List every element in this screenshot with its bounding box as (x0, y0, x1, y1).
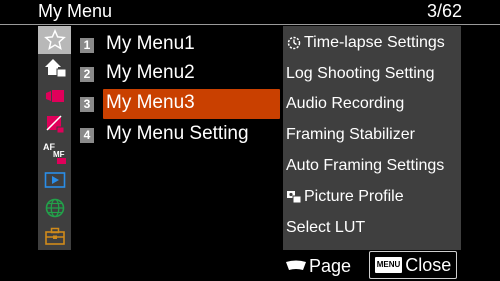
menu-item-number: 4 (80, 128, 94, 143)
preview-item-label: Select LUT (286, 219, 366, 236)
menu-item-my-menu2[interactable]: 2 My Menu2 (80, 59, 280, 89)
close-button-label: Close (405, 254, 452, 275)
preview-item-label: Auto Framing Settings (286, 157, 445, 174)
page-button-label: Page (309, 255, 352, 276)
picture-profile-icon (287, 191, 302, 204)
menu-item-label: My Menu1 (106, 33, 195, 54)
menu-item-label: My Menu3 (106, 92, 195, 113)
menu-item-number: 2 (80, 67, 94, 82)
menu-item-label: My Menu2 (106, 62, 195, 83)
header: My Menu 3/62 (0, 0, 500, 25)
tab-af-mf[interactable]: AF MF (38, 138, 71, 166)
preview-item-audio-recording: Audio Recording (286, 95, 404, 113)
menu-item-number: 3 (80, 97, 94, 112)
preview-item-framing-stabilizer: Framing Stabilizer (286, 126, 415, 144)
af-mf-icon: AF MF (43, 142, 66, 164)
playback-icon (44, 172, 65, 188)
tab-shooting[interactable] (38, 54, 71, 82)
menu-item-label: My Menu Setting (106, 123, 249, 144)
tab-network[interactable] (38, 194, 71, 222)
preview-item-auto-framing: Auto Framing Settings (286, 157, 444, 175)
tab-my-menu[interactable] (38, 26, 71, 54)
preview-item-label: Time-lapse Settings (304, 34, 445, 51)
preview-item-label: Picture Profile (304, 188, 404, 205)
preview-item-label: Log Shooting Setting (286, 65, 435, 82)
preview-item-time-lapse: Time-lapse Settings (286, 34, 445, 52)
close-button[interactable]: MENU Close (369, 251, 457, 279)
submenu-preview-panel: Time-lapse Settings Log Shooting Setting… (283, 26, 461, 250)
menu-item-number: 1 (80, 38, 94, 53)
tab-focus[interactable] (38, 110, 71, 138)
svg-text:MF: MF (53, 150, 65, 159)
tab-playback[interactable] (38, 166, 71, 194)
footer: Page MENU Close (0, 250, 500, 281)
exposure-icon (45, 115, 64, 134)
preview-item-label: Audio Recording (286, 95, 405, 112)
preview-item-picture-profile: Picture Profile (286, 188, 404, 206)
menu-item-my-menu1[interactable]: 1 My Menu1 (80, 30, 280, 60)
menu-key-icon: MENU (374, 257, 403, 273)
home-camera-icon (44, 59, 66, 78)
preview-item-log-shooting: Log Shooting Setting (286, 65, 435, 83)
timelapse-icon (287, 36, 301, 50)
menu-item-my-menu-setting[interactable]: 4 My Menu Setting (80, 120, 280, 150)
page-button[interactable]: Page (285, 254, 351, 278)
page-dial-icon (286, 260, 306, 270)
tab-setup[interactable] (38, 222, 71, 250)
preview-item-label: Framing Stabilizer (286, 126, 415, 143)
category-sidebar: AF MF (38, 26, 71, 250)
movie-camera-icon (45, 90, 64, 102)
menu-item-my-menu3[interactable]: 3 My Menu3 (80, 89, 280, 119)
network-globe-icon (45, 198, 64, 218)
toolbox-icon (44, 227, 65, 245)
tab-exposure-color[interactable] (38, 82, 71, 110)
page-title: My Menu (38, 1, 113, 21)
star-icon (43, 29, 66, 50)
preview-item-select-lut: Select LUT (286, 219, 365, 237)
page-indicator: 3/62 (426, 1, 462, 21)
